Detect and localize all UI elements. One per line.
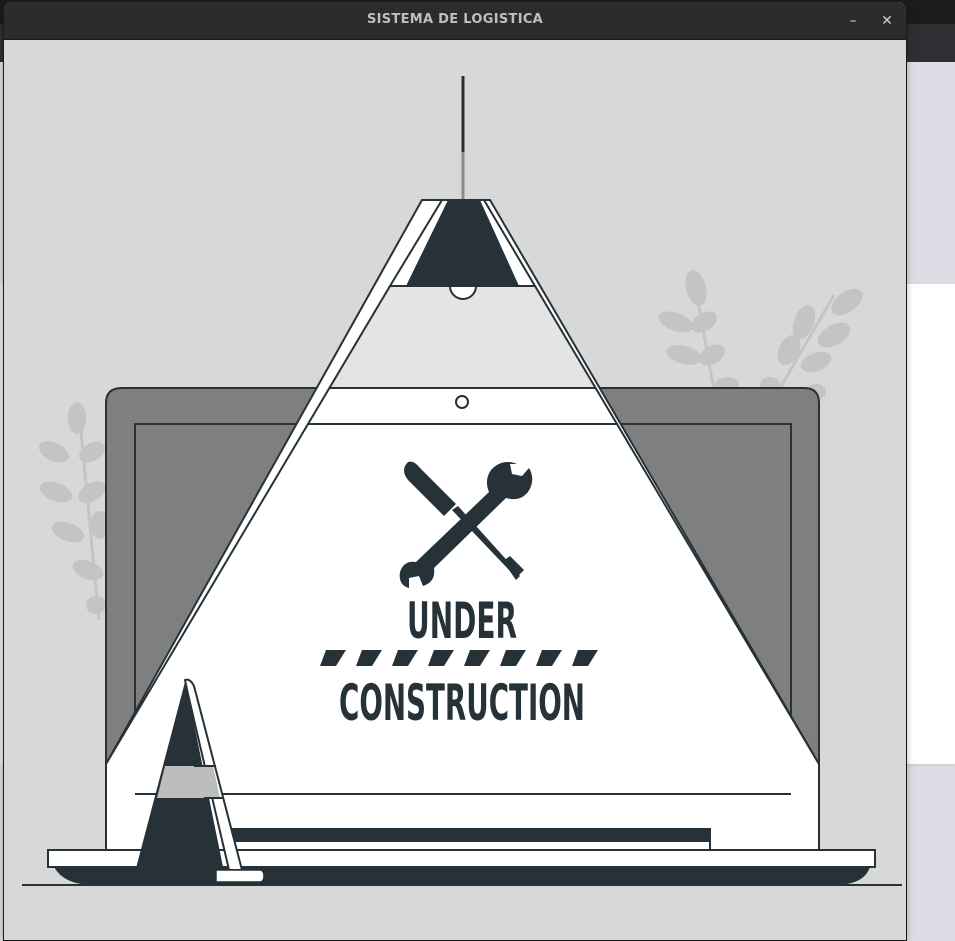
construction-text: CONSTRUCTION (339, 674, 585, 732)
minimize-button[interactable]: – (842, 10, 864, 32)
window-titlebar[interactable]: SISTEMA DE LOGISTICA – ✕ (4, 2, 906, 40)
close-button[interactable]: ✕ (876, 10, 898, 32)
window-title: SISTEMA DE LOGISTICA (366, 12, 544, 27)
under-construction-illustration: UNDER CONSTRUCTION (22, 76, 902, 886)
plant-icon (39, 402, 110, 621)
under-text: UNDER (407, 592, 517, 650)
webcam-icon (455, 395, 469, 409)
plant-icon (658, 270, 863, 400)
app-window: SISTEMA DE LOGISTICA – ✕ UNDER CONSTRUCT… (4, 2, 906, 940)
window-content: UNDER CONSTRUCTION (4, 40, 906, 940)
background-app-card (900, 284, 955, 764)
lamp-icon (388, 76, 537, 300)
